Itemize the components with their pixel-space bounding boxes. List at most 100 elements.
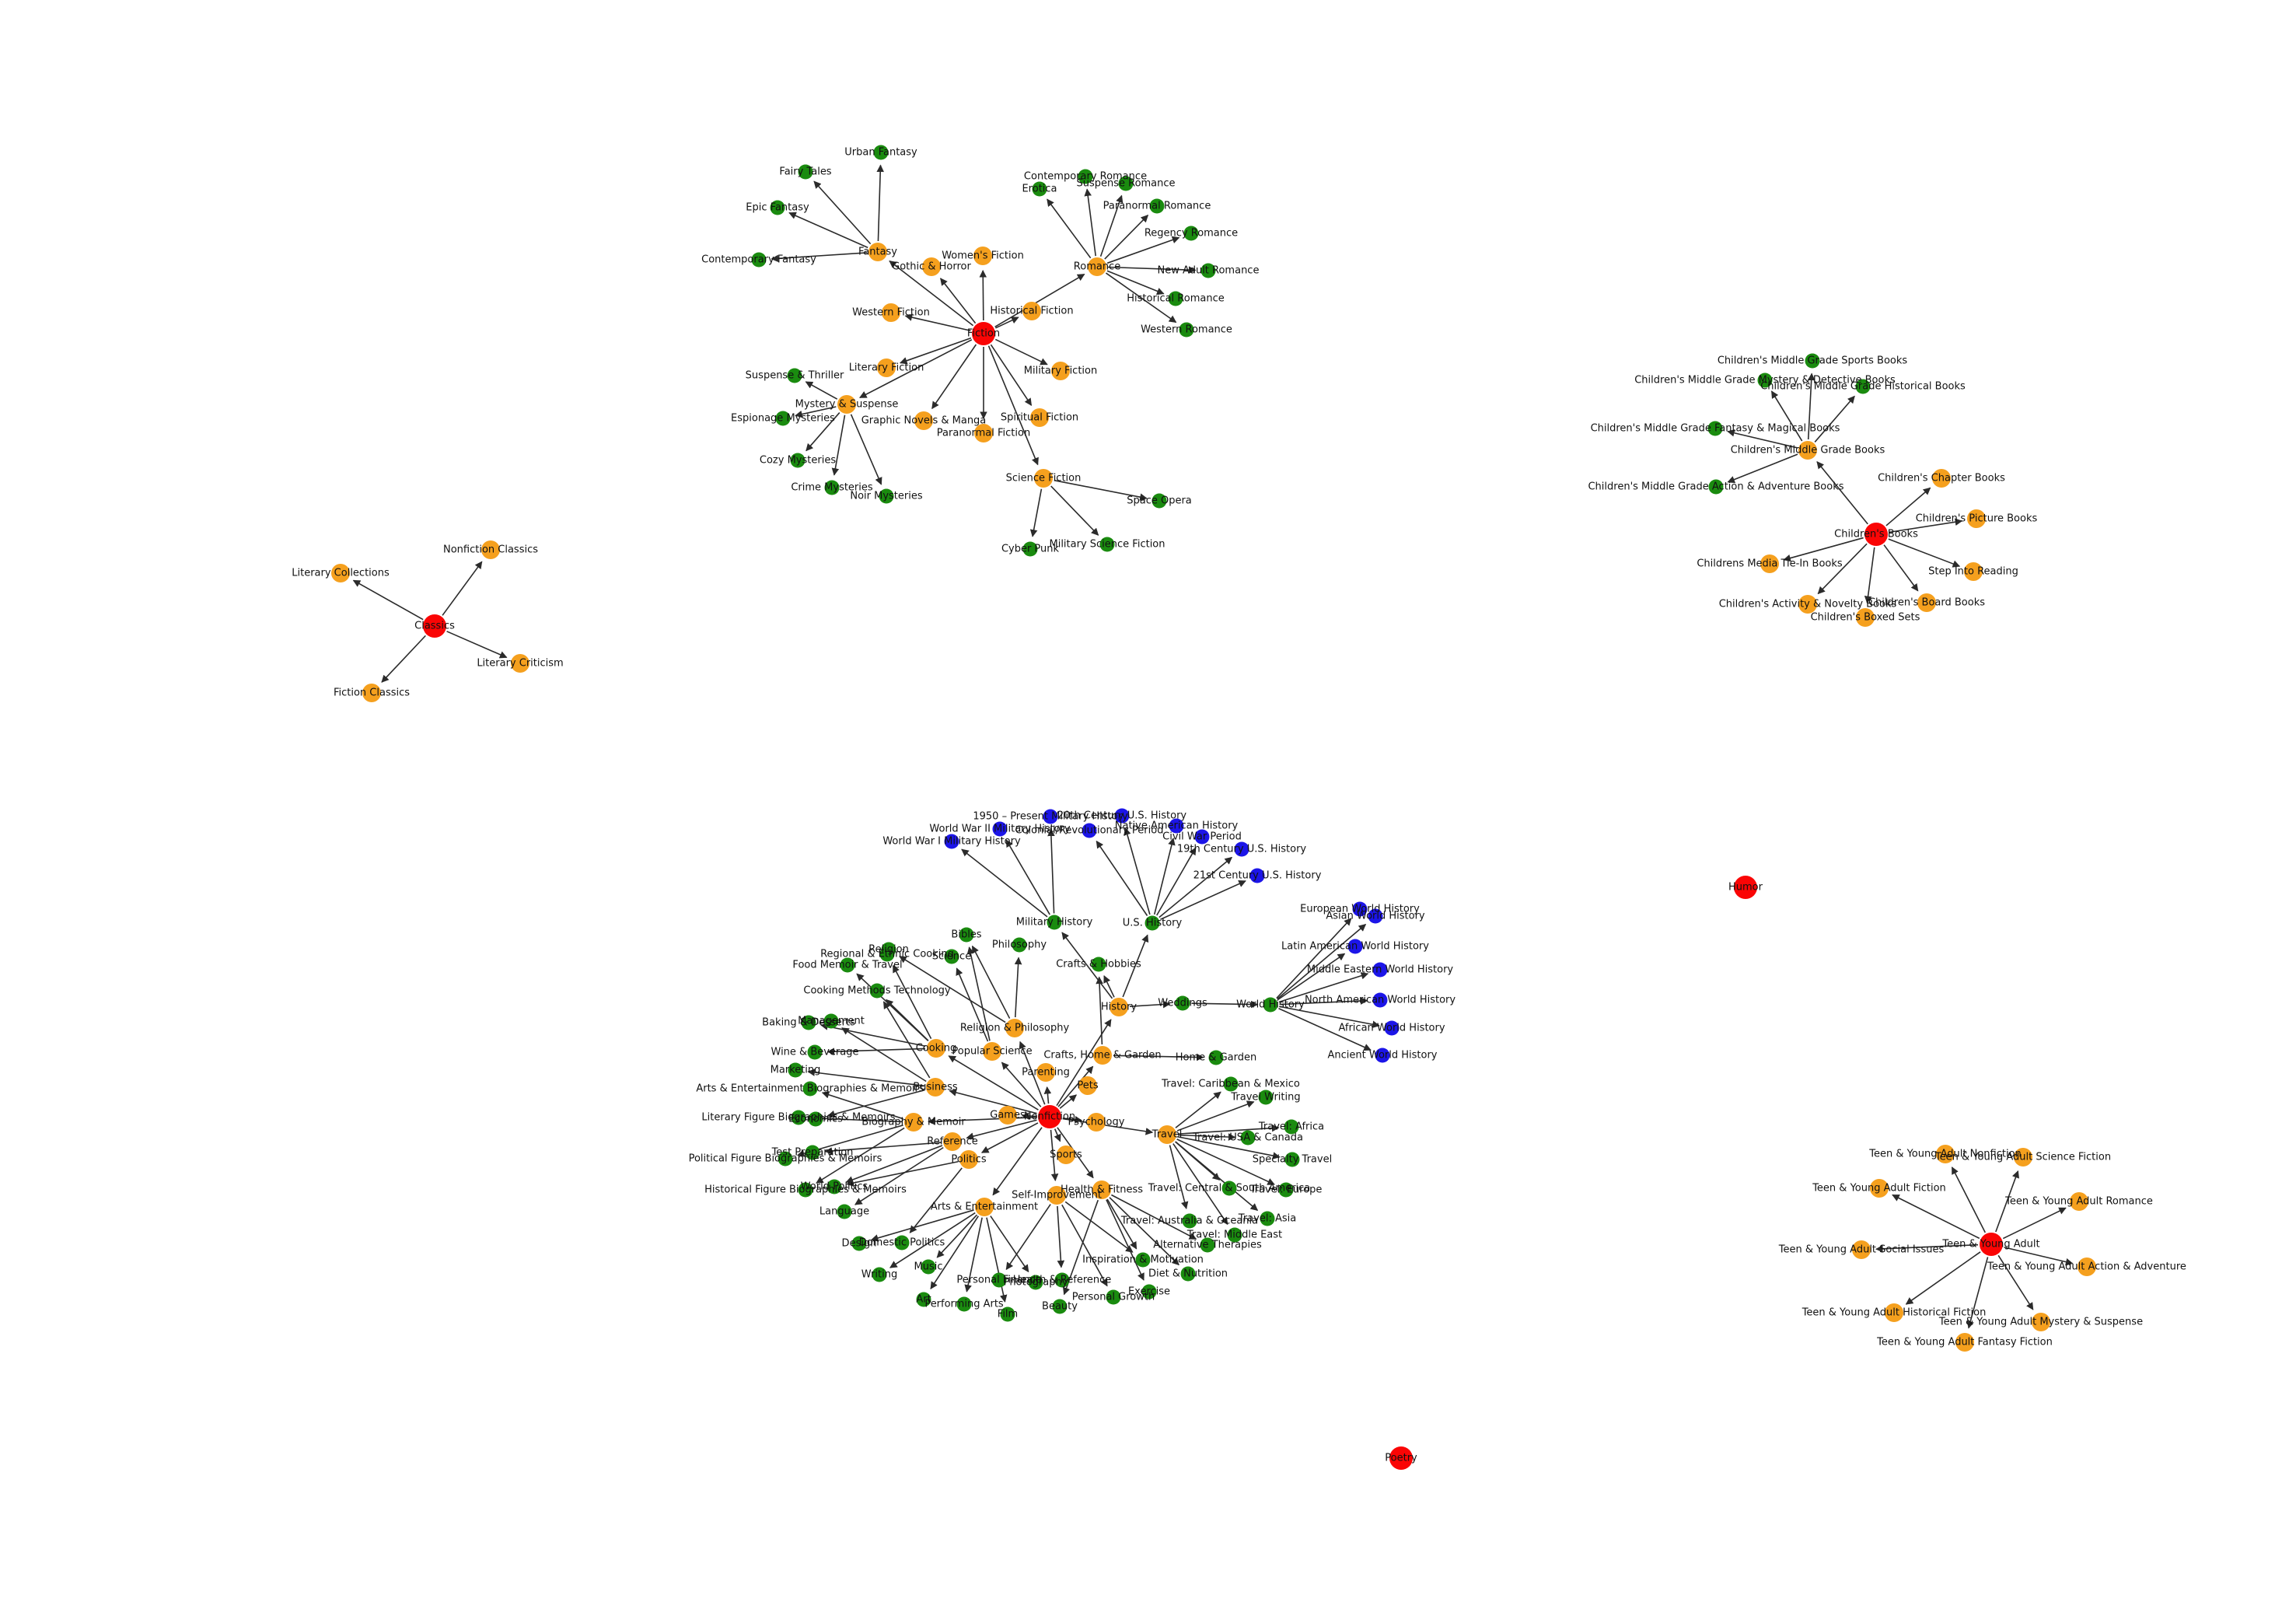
graph-node-literary_criticism[interactable]	[511, 654, 529, 673]
graph-node-parenting[interactable]	[1036, 1063, 1055, 1082]
graph-node-travel_asia[interactable]	[1260, 1211, 1275, 1226]
graph-node-historical_figure_bio[interactable]	[798, 1182, 813, 1198]
graph-node-travel_writing[interactable]	[1258, 1090, 1274, 1105]
graph-node-baking_desserts[interactable]	[801, 1015, 816, 1030]
graph-node-tya_romance[interactable]	[2070, 1192, 2088, 1211]
graph-node-childrens_middle_grade[interactable]	[1798, 441, 1817, 460]
graph-node-writing[interactable]	[872, 1267, 887, 1282]
graph-node-crafts_hobbies[interactable]	[1091, 957, 1106, 972]
graph-node-tya_fiction[interactable]	[1870, 1179, 1889, 1198]
graph-node-western_fiction[interactable]	[882, 303, 900, 322]
graph-node-gothic_horror[interactable]	[922, 257, 941, 276]
graph-node-beauty[interactable]	[1052, 1299, 1068, 1314]
graph-node-suspense_thriller[interactable]	[787, 368, 802, 383]
graph-node-regency_romance[interactable]	[1183, 226, 1199, 241]
graph-node-cmg_historical[interactable]	[1855, 379, 1871, 394]
graph-node-politics[interactable]	[959, 1150, 978, 1169]
graph-node-marketing[interactable]	[788, 1062, 803, 1078]
graph-node-travel_europe[interactable]	[1278, 1182, 1294, 1198]
graph-node-nonfiction_classics[interactable]	[481, 540, 500, 559]
graph-node-mil_1950_present[interactable]	[1043, 809, 1058, 824]
graph-node-native_american[interactable]	[1169, 818, 1184, 834]
graph-node-womens_fiction[interactable]	[973, 247, 992, 265]
graph-node-exercise[interactable]	[1141, 1284, 1157, 1299]
graph-node-childrens_board[interactable]	[1917, 593, 1936, 612]
graph-node-photography[interactable]	[1028, 1275, 1043, 1290]
graph-node-european_world[interactable]	[1352, 901, 1368, 917]
graph-node-literary_collections[interactable]	[331, 564, 350, 582]
graph-node-philosophy[interactable]	[1012, 937, 1027, 953]
graph-node-psychology[interactable]	[1087, 1113, 1106, 1132]
graph-node-biography_memoir[interactable]	[904, 1113, 923, 1132]
graph-node-popular_science[interactable]	[983, 1042, 1001, 1061]
graph-node-tya_action[interactable]	[2078, 1257, 2096, 1276]
graph-node-fiction[interactable]	[972, 322, 995, 345]
graph-node-specialty_travel[interactable]	[1284, 1152, 1300, 1167]
graph-node-childrens_activity[interactable]	[1798, 595, 1817, 614]
graph-node-north_american_world[interactable]	[1372, 992, 1388, 1008]
graph-node-home_garden[interactable]	[1208, 1050, 1224, 1065]
graph-node-urban_fantasy[interactable]	[873, 145, 889, 160]
graph-node-romance[interactable]	[1088, 257, 1106, 276]
graph-node-mystery_suspense[interactable]	[837, 395, 856, 414]
graph-node-ww1_mil_history[interactable]	[944, 834, 959, 849]
graph-node-cmg_action[interactable]	[1708, 479, 1724, 495]
graph-node-tya_scifi[interactable]	[2014, 1148, 2032, 1167]
graph-node-poetry[interactable]	[1389, 1446, 1413, 1470]
graph-node-suspense_romance[interactable]	[1118, 176, 1134, 191]
graph-node-step_into_reading[interactable]	[1964, 562, 1983, 581]
graph-node-childrens_boxed[interactable]	[1856, 608, 1875, 627]
graph-node-childrens_books[interactable]	[1864, 523, 1888, 546]
graph-node-self_improvement[interactable]	[1047, 1186, 1066, 1205]
graph-node-military_fiction[interactable]	[1051, 362, 1070, 380]
graph-node-travel_central_south[interactable]	[1221, 1181, 1237, 1196]
graph-node-science[interactable]	[944, 949, 959, 964]
graph-node-historical_fiction[interactable]	[1022, 302, 1041, 320]
graph-node-travel_africa[interactable]	[1284, 1119, 1299, 1135]
graph-node-african_world[interactable]	[1384, 1020, 1400, 1036]
graph-node-us_history[interactable]	[1145, 915, 1160, 931]
graph-node-ancient_world[interactable]	[1375, 1048, 1390, 1063]
graph-node-contemporary_fantasy[interactable]	[751, 252, 767, 268]
graph-node-childrens_media[interactable]	[1760, 554, 1779, 573]
graph-node-travel_middle_east[interactable]	[1227, 1227, 1242, 1243]
graph-node-bibles[interactable]	[959, 927, 974, 943]
graph-node-crime_mysteries[interactable]	[824, 480, 840, 495]
graph-node-latin_american_world[interactable]	[1347, 939, 1363, 954]
graph-node-arts_ent_bio[interactable]	[802, 1081, 818, 1097]
graph-node-test_preparation[interactable]	[805, 1145, 820, 1160]
graph-node-fairy_tales[interactable]	[798, 164, 813, 180]
graph-node-health_fitness[interactable]	[1092, 1181, 1111, 1199]
graph-node-erotica[interactable]	[1032, 181, 1047, 197]
graph-node-military_history[interactable]	[1047, 915, 1062, 930]
graph-node-c20_us_history[interactable]	[1114, 808, 1130, 824]
graph-node-fantasy[interactable]	[868, 243, 887, 261]
graph-node-travel_caribbean[interactable]	[1223, 1076, 1239, 1092]
graph-node-personal_growth[interactable]	[1106, 1289, 1121, 1305]
graph-node-tya_mystery[interactable]	[2032, 1313, 2050, 1331]
graph-node-military_scifi[interactable]	[1099, 537, 1115, 552]
graph-node-graphic_novels[interactable]	[914, 411, 933, 430]
graph-node-domestic_politics[interactable]	[894, 1235, 910, 1250]
graph-node-design[interactable]	[851, 1236, 867, 1251]
graph-node-arts_entertainment[interactable]	[975, 1198, 994, 1216]
graph-node-spiritual_fiction[interactable]	[1030, 408, 1049, 427]
graph-node-new_adult_romance[interactable]	[1200, 263, 1216, 278]
graph-node-alternative_therapies[interactable]	[1200, 1237, 1215, 1253]
graph-node-health_reference[interactable]	[1054, 1272, 1070, 1288]
graph-node-tya_historical[interactable]	[1885, 1303, 1903, 1322]
graph-node-cooking_methods[interactable]	[869, 983, 885, 999]
graph-node-world_history[interactable]	[1263, 997, 1278, 1013]
graph-node-cmg_mystery[interactable]	[1757, 373, 1773, 388]
graph-node-middle_eastern_world[interactable]	[1372, 962, 1388, 978]
graph-node-management[interactable]	[823, 1013, 839, 1029]
graph-node-c19_us_history[interactable]	[1234, 841, 1249, 857]
graph-node-western_romance[interactable]	[1179, 322, 1194, 338]
graph-node-literary_figure_bio[interactable]	[791, 1110, 806, 1125]
graph-node-food_memoir_travel[interactable]	[840, 957, 855, 973]
graph-node-pets[interactable]	[1078, 1076, 1097, 1095]
graph-node-political_figure_bio[interactable]	[778, 1151, 793, 1167]
graph-node-noir_mysteries[interactable]	[879, 488, 894, 504]
graph-node-cyber_punk[interactable]	[1022, 541, 1038, 557]
graph-node-sports[interactable]	[1057, 1146, 1075, 1164]
